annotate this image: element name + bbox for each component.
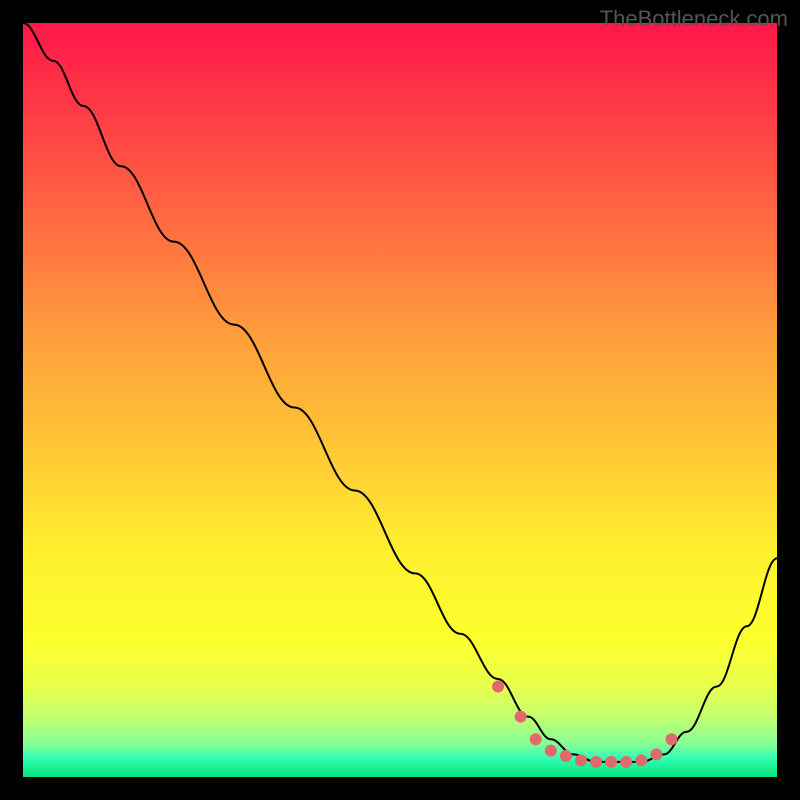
chart-svg [23, 23, 777, 777]
marker-dot [620, 756, 632, 768]
plot-area [23, 23, 777, 777]
marker-dot [515, 711, 527, 723]
marker-dot [635, 754, 647, 766]
marker-dot [575, 754, 587, 766]
marker-dot [530, 733, 542, 745]
marker-dot [650, 748, 662, 760]
marker-dot [560, 750, 572, 762]
marker-dots [492, 681, 677, 768]
marker-dot [590, 756, 602, 768]
marker-dot [605, 756, 617, 768]
watermark-label: TheBottleneck.com [600, 6, 788, 32]
marker-dot [545, 745, 557, 757]
marker-dot [665, 733, 677, 745]
marker-dot [492, 681, 504, 693]
main-curve [23, 23, 777, 762]
